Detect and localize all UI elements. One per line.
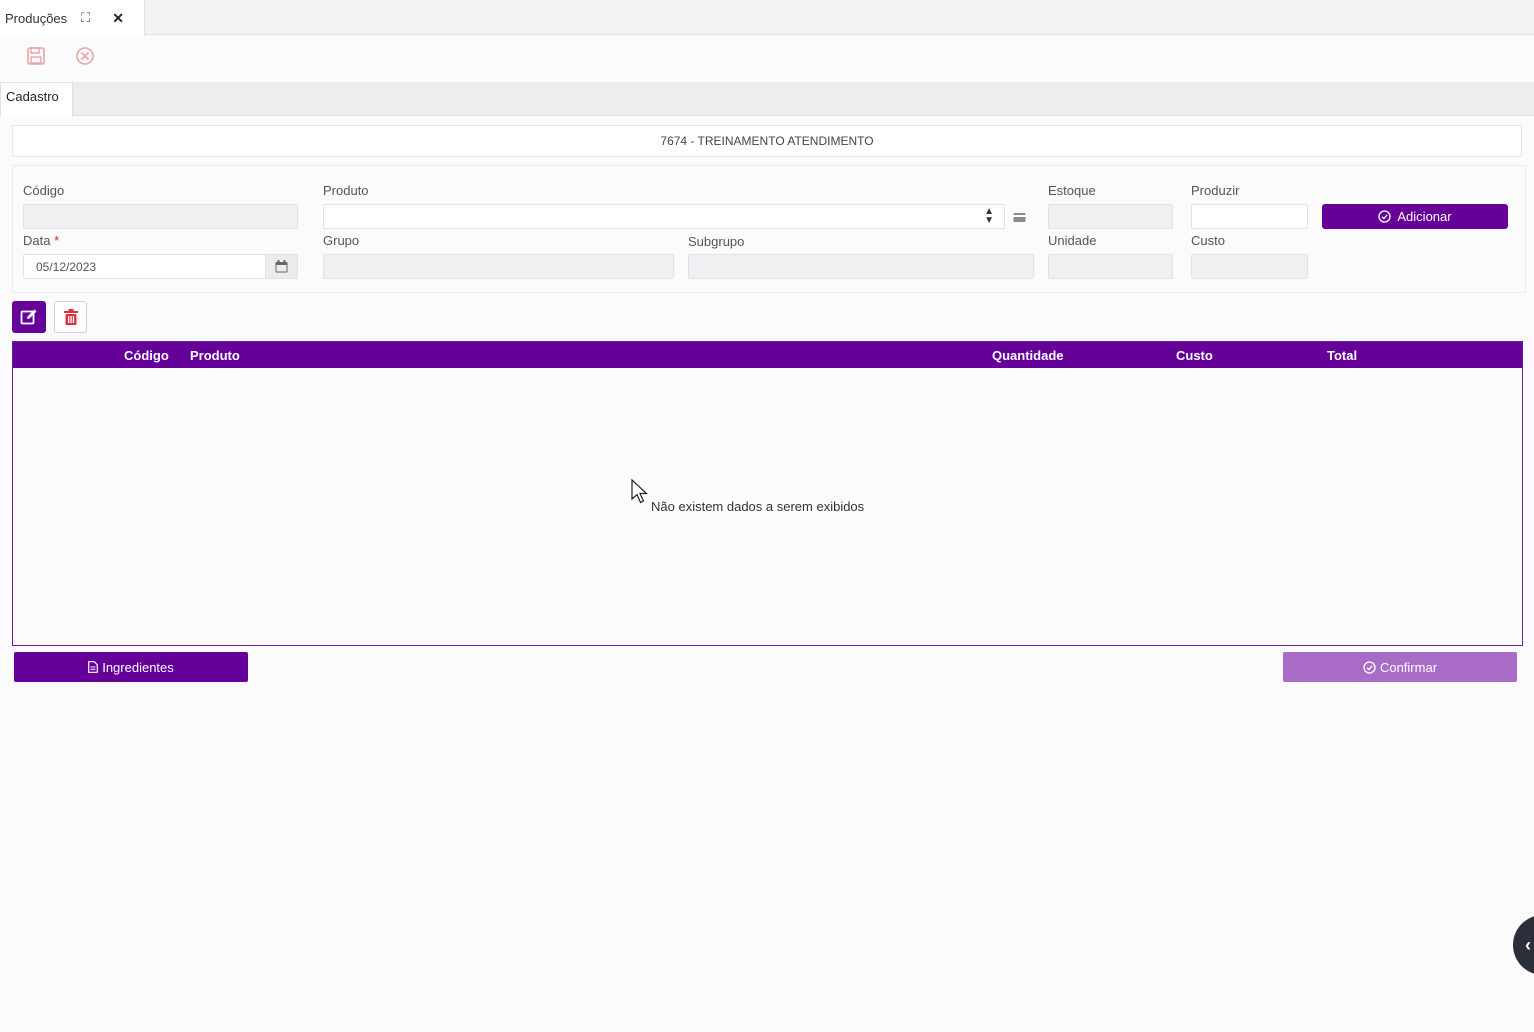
tab-cadastro[interactable]: Cadastro bbox=[0, 82, 73, 117]
column-produto[interactable]: Produto bbox=[190, 348, 240, 363]
check-circle-icon bbox=[1378, 210, 1392, 223]
items-grid: Código Produto Quantidade Custo Total Nã… bbox=[12, 341, 1523, 646]
check-circle-icon bbox=[1363, 660, 1376, 674]
window-tab-title: Produções bbox=[5, 10, 68, 26]
subgrupo-field bbox=[688, 254, 1034, 279]
window-tab-strip bbox=[0, 0, 1534, 35]
produto-label: Produto bbox=[323, 183, 369, 198]
cancel-icon[interactable] bbox=[75, 46, 95, 66]
trash-icon bbox=[63, 309, 78, 325]
calendar-icon bbox=[275, 260, 288, 273]
estoque-field bbox=[1048, 204, 1173, 229]
card-icon[interactable] bbox=[1013, 210, 1026, 222]
produzir-input[interactable] bbox=[1191, 204, 1308, 229]
expand-icon[interactable]: ⛶ bbox=[81, 10, 90, 26]
data-label: Data * bbox=[23, 233, 59, 248]
empty-grid-message: Não existem dados a serem exibidos bbox=[651, 499, 865, 514]
ingredientes-button[interactable]: Ingredientes bbox=[14, 652, 248, 682]
confirmar-label: Confirmar bbox=[1379, 659, 1438, 675]
window-tab-producoes[interactable]: Produções ⛶ ✕ bbox=[0, 0, 145, 36]
column-quantidade[interactable]: Quantidade bbox=[992, 348, 1064, 363]
save-icon[interactable] bbox=[26, 46, 46, 66]
document-icon bbox=[88, 661, 99, 673]
record-title: 7674 - TREINAMENTO ATENDIMENTO bbox=[12, 125, 1522, 157]
subgrupo-label: Subgrupo bbox=[688, 234, 745, 249]
produto-select[interactable]: ▲ ▼ bbox=[323, 204, 1005, 229]
column-custo[interactable]: Custo bbox=[1176, 348, 1213, 363]
adicionar-label: Adicionar bbox=[1397, 209, 1452, 224]
codigo-field bbox=[23, 204, 298, 229]
required-mark: * bbox=[54, 233, 60, 248]
produzir-label: Produzir bbox=[1191, 183, 1240, 198]
close-icon[interactable]: ✕ bbox=[112, 10, 124, 27]
confirmar-button[interactable]: Confirmar bbox=[1283, 652, 1517, 682]
form-tabs bbox=[0, 82, 1534, 116]
estoque-label: Estoque bbox=[1048, 183, 1096, 198]
select-arrows-icon: ▲ ▼ bbox=[984, 206, 994, 226]
calendar-button[interactable] bbox=[265, 254, 298, 279]
column-total[interactable]: Total bbox=[1327, 348, 1357, 363]
grupo-label: Grupo bbox=[323, 233, 360, 248]
unidade-label: Unidade bbox=[1048, 233, 1097, 248]
chevron-left-icon: ‹ bbox=[1525, 934, 1531, 955]
data-label-text: Data bbox=[23, 233, 51, 248]
custo-label: Custo bbox=[1191, 233, 1225, 248]
mouse-cursor-icon bbox=[631, 478, 649, 510]
edit-icon bbox=[20, 309, 37, 325]
codigo-label: Código bbox=[23, 183, 65, 198]
adicionar-button[interactable]: Adicionar bbox=[1322, 204, 1508, 229]
edit-button[interactable] bbox=[12, 301, 46, 333]
unidade-field bbox=[1048, 254, 1173, 279]
delete-button[interactable] bbox=[54, 301, 87, 333]
side-panel-toggle[interactable]: ‹ bbox=[1513, 915, 1534, 975]
data-input[interactable]: 05/12/2023 bbox=[23, 254, 266, 279]
custo-field bbox=[1191, 254, 1308, 279]
grupo-field bbox=[323, 254, 674, 279]
ingredientes-label: Ingredientes bbox=[102, 659, 174, 675]
column-codigo[interactable]: Código bbox=[124, 348, 169, 363]
grid-header: Código Produto Quantidade Custo Total bbox=[13, 342, 1522, 368]
record-title-text: 7674 - TREINAMENTO ATENDIMENTO bbox=[660, 134, 874, 148]
